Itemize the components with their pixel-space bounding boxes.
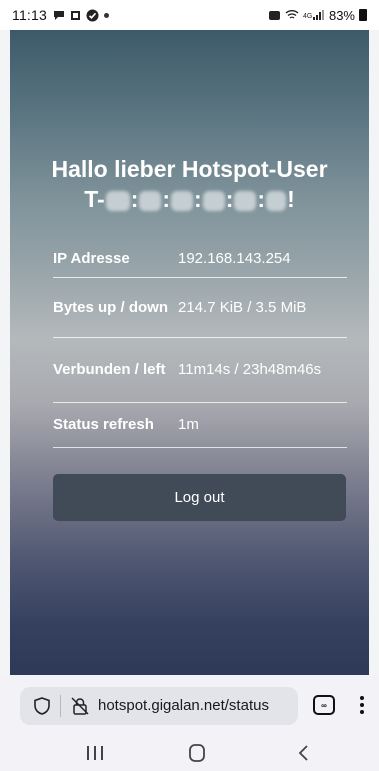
home-icon[interactable] <box>188 743 206 763</box>
row-value: 214.7 KiB / 3.5 MiB <box>178 298 307 316</box>
battery-text: 83% <box>328 7 355 23</box>
logout-button[interactable]: Log out <box>53 474 346 521</box>
greeting-line1: Hallo lieber Hotspot-User <box>51 156 328 182</box>
signal-icon: 4G <box>303 10 324 20</box>
notification-icons <box>53 9 109 22</box>
row-label: Status refresh <box>53 416 154 433</box>
check-shield-icon <box>86 9 99 21</box>
divider <box>60 695 61 717</box>
page-title: Hallo lieber Hotspot-User T-:::::! <box>10 154 369 214</box>
mac-redacted <box>171 190 194 211</box>
system-nav-bar <box>0 735 379 771</box>
address-bar[interactable]: hotspot.gigalan.net/status <box>20 687 298 725</box>
mac-redacted <box>266 190 287 211</box>
svg-text:4G: 4G <box>303 13 312 20</box>
table-row: Status refresh 1m <box>53 403 347 448</box>
mac-redacted <box>202 190 225 211</box>
tabs-icon[interactable]: ∞ <box>312 693 336 717</box>
table-row: Bytes up / down 214.7 KiB / 3.5 MiB <box>53 278 347 338</box>
greeting-line2: T-:::::! <box>84 186 295 212</box>
gallery-icon <box>71 10 80 20</box>
browser-toolbar: hotspot.gigalan.net/status ∞ <box>0 675 379 735</box>
table-row: IP Adresse 192.168.143.254 <box>53 240 347 278</box>
shield-icon[interactable] <box>32 696 52 716</box>
back-icon[interactable] <box>296 744 310 762</box>
web-page: Hallo lieber Hotspot-User T-:::::! IP Ad… <box>10 30 369 675</box>
url-text[interactable]: hotspot.gigalan.net/status <box>98 697 269 714</box>
more-vert-icon[interactable] <box>356 693 368 717</box>
crossed-lock-icon[interactable] <box>70 696 90 716</box>
chat-icon <box>54 11 64 20</box>
status-bar: 11:13 4G 83% <box>0 0 379 30</box>
row-label: Bytes up / down <box>53 298 169 316</box>
status-left: 11:13 <box>12 7 109 23</box>
table-row: Verbunden / left 11m14s / 23h48m46s <box>53 338 347 403</box>
svg-text:∞: ∞ <box>321 701 327 710</box>
greeting-prefix: T- <box>84 186 105 212</box>
row-value: 11m14s / 23h48m46s <box>178 361 322 378</box>
status-table: IP Adresse 192.168.143.254 Bytes up / do… <box>53 240 347 448</box>
battery-icon <box>359 9 367 21</box>
mac-redacted <box>234 190 257 211</box>
row-value: 192.168.143.254 <box>178 249 291 267</box>
notification-dot-icon <box>104 12 109 18</box>
row-value: 1m <box>178 416 199 433</box>
recent-apps-icon[interactable] <box>84 745 106 761</box>
greeting-suffix: ! <box>287 186 295 212</box>
status-time: 11:13 <box>12 7 47 23</box>
mac-redacted <box>105 190 130 211</box>
alarm-icon <box>268 10 280 20</box>
status-right: 4G 83% <box>268 8 367 23</box>
mac-redacted <box>139 190 162 211</box>
row-label: IP Adresse <box>53 249 130 267</box>
wifi-icon <box>285 10 299 19</box>
row-label: Verbunden / left <box>53 361 166 378</box>
